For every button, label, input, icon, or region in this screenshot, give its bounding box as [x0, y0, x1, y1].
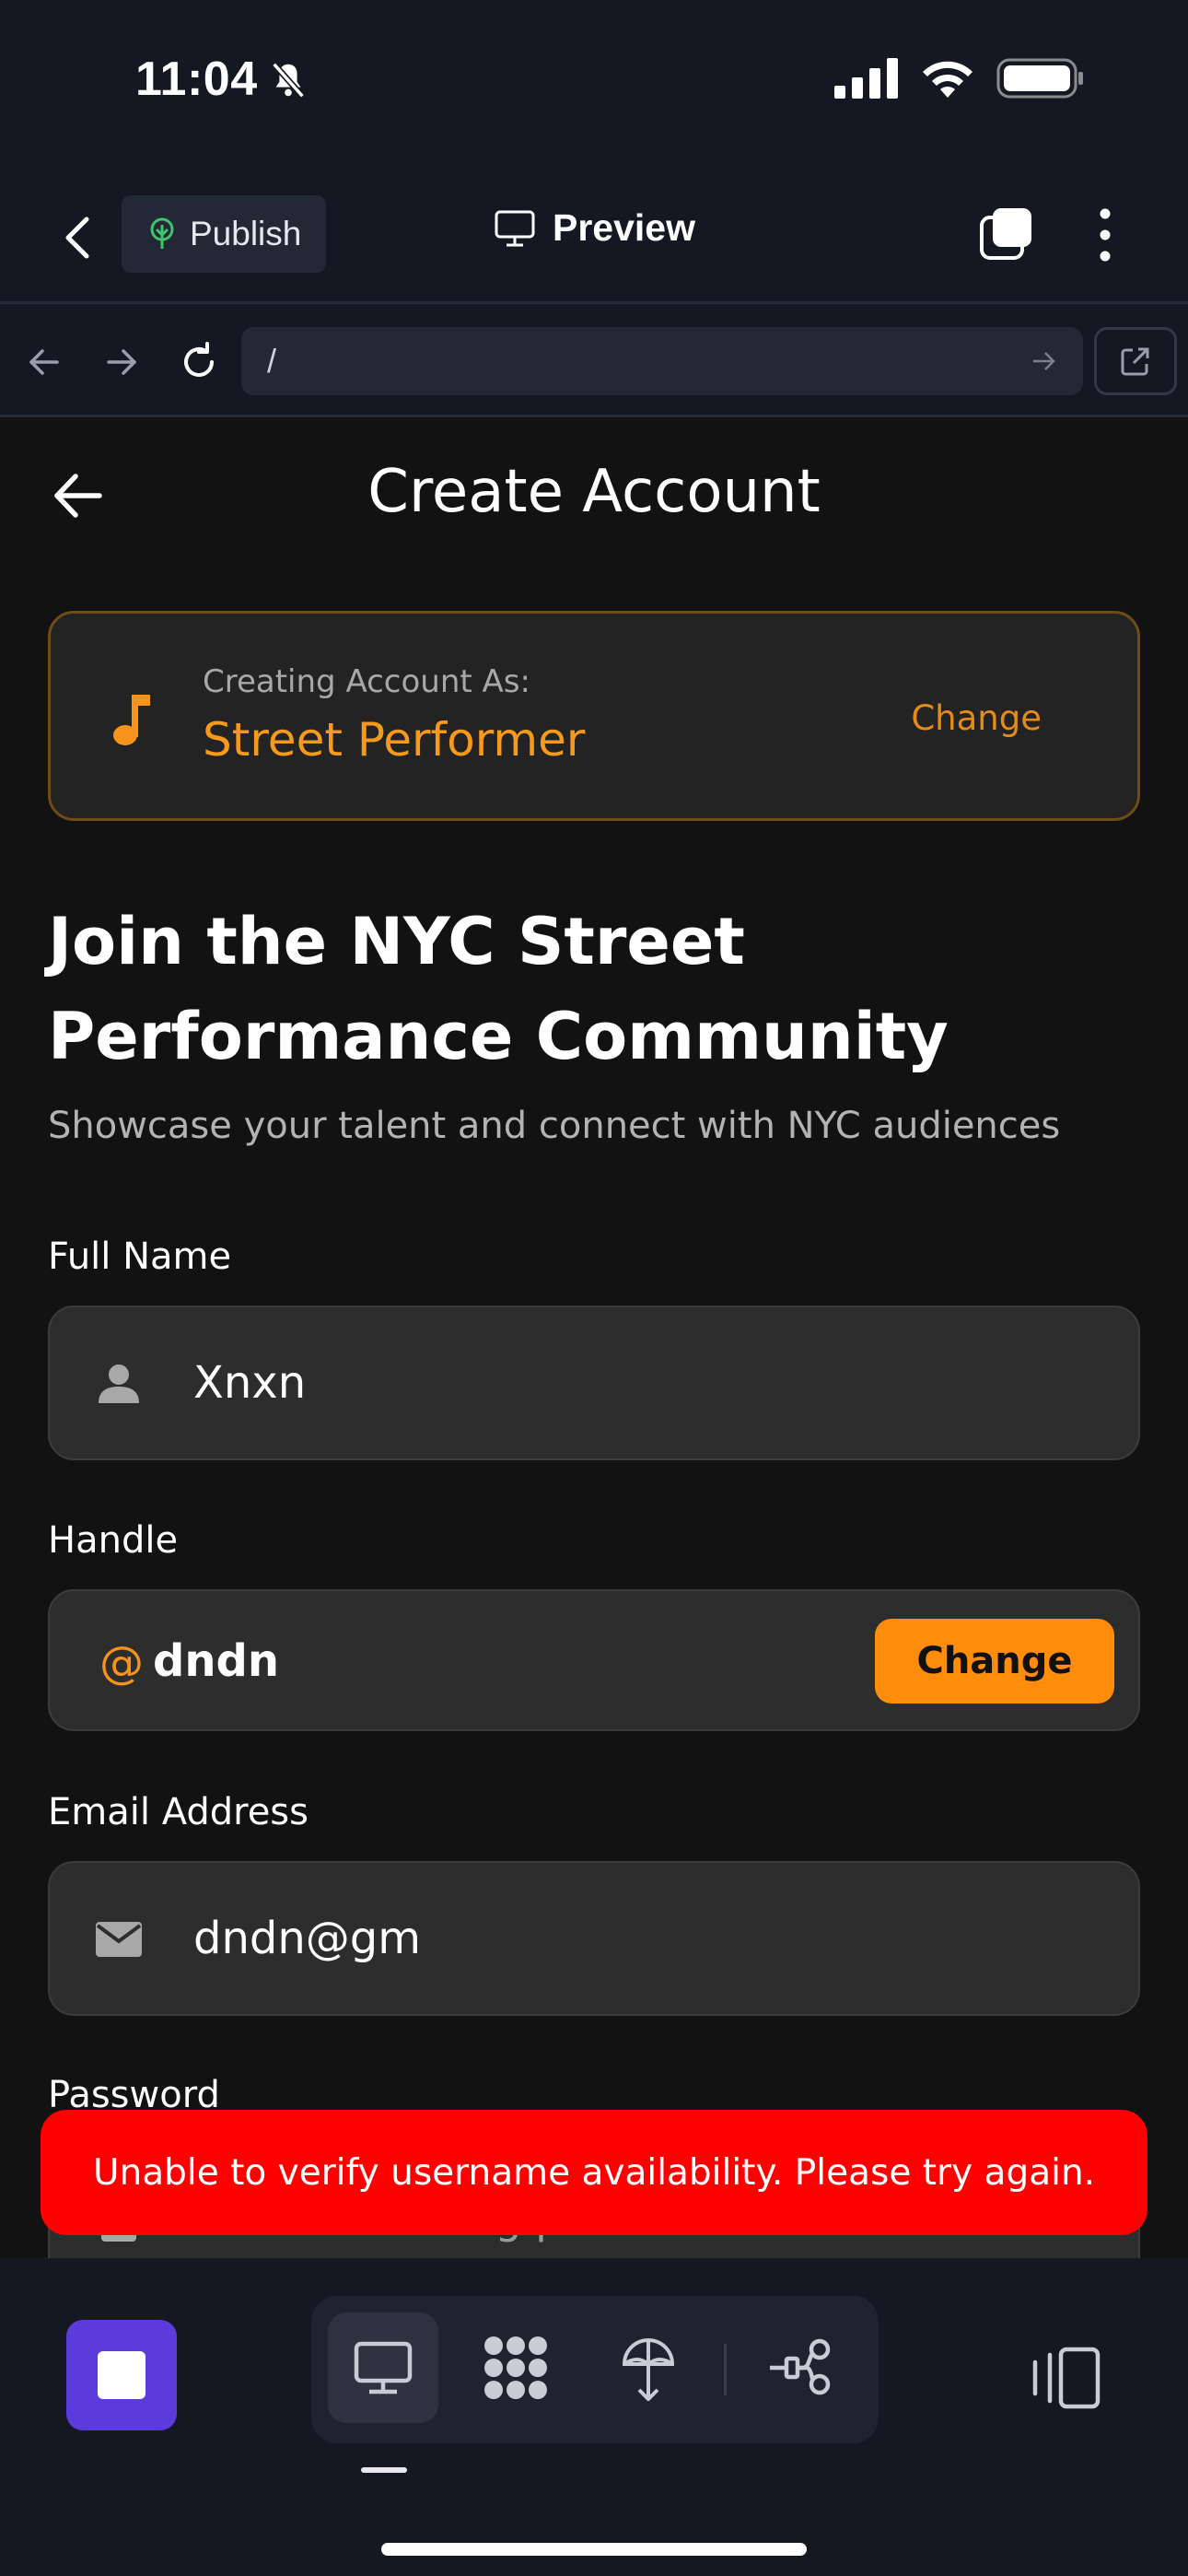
- handle-field[interactable]: @ dndn Change: [48, 1589, 1140, 1731]
- publish-label: Publish: [190, 215, 302, 252]
- url-path: /: [267, 342, 277, 380]
- flow-button[interactable]: [744, 2313, 855, 2423]
- components-button[interactable]: [460, 2313, 571, 2423]
- app-header: Create Account: [0, 417, 1188, 569]
- battery-icon: [996, 58, 1083, 99]
- external-link-icon: [1121, 347, 1149, 376]
- person-icon: [99, 1364, 139, 1403]
- deploy-icon: [622, 2338, 675, 2401]
- page-title: Create Account: [367, 458, 821, 526]
- join-subheading: Showcase your talent and connect with NY…: [48, 1105, 1061, 1147]
- change-handle-button[interactable]: Change: [875, 1619, 1114, 1704]
- preview-mode-button[interactable]: [328, 2313, 438, 2423]
- handle-value: dndn: [153, 1635, 280, 1687]
- components-icon: [484, 2336, 547, 2399]
- full-name-label: Full Name: [48, 1235, 232, 1278]
- builder-bottom-bar: [0, 2261, 1188, 2576]
- browser-nav-bar: /: [0, 307, 1188, 417]
- go-arrow-icon[interactable]: [1030, 347, 1057, 375]
- home-indicator[interactable]: [381, 2543, 807, 2556]
- status-bar: 11:04: [0, 0, 1188, 166]
- full-name-value: Xnxn: [193, 1357, 307, 1409]
- device-toggle-icon[interactable]: [1028, 2346, 1101, 2410]
- view-mode-group: [311, 2296, 879, 2443]
- monitor-icon: [354, 2341, 413, 2395]
- role-name: Street Performer: [203, 713, 586, 767]
- monitor-icon: [495, 210, 535, 246]
- full-name-field[interactable]: Xnxn: [48, 1306, 1140, 1460]
- stop-button[interactable]: [66, 2320, 177, 2430]
- arrow-right-icon[interactable]: [101, 342, 142, 382]
- refresh-icon[interactable]: [179, 342, 219, 382]
- active-tab-indicator: [361, 2467, 407, 2473]
- email-value: dndn@gm: [193, 1913, 422, 1964]
- join-heading: Join the NYC Street Performance Communit…: [48, 904, 949, 1074]
- error-toast[interactable]: Unable to verify username availability. …: [41, 2110, 1147, 2235]
- publish-button[interactable]: Publish: [122, 195, 326, 273]
- deploy-button[interactable]: [593, 2313, 704, 2423]
- status-indicators: [834, 57, 1085, 100]
- account-role-card: Creating Account As: Street Performer Ch…: [48, 611, 1140, 821]
- preview-toggle[interactable]: Preview: [494, 206, 695, 250]
- app-preview: Create Account Creating Account As: Stre…: [0, 417, 1188, 2258]
- music-note-icon: [113, 695, 150, 745]
- preview-label: Preview: [553, 206, 695, 249]
- role-prefix: Creating Account As:: [203, 663, 530, 700]
- wifi-icon: [923, 61, 973, 98]
- chevron-left-icon[interactable]: [57, 210, 98, 265]
- handle-at-symbol: @: [99, 1637, 144, 1689]
- signal-icon: [834, 58, 898, 99]
- flow-icon: [770, 2338, 831, 2395]
- open-external-button[interactable]: [1094, 327, 1177, 395]
- tree-icon: [150, 217, 174, 249]
- toolbar-separator: [724, 2344, 727, 2395]
- status-time: 11:04: [135, 53, 258, 106]
- arrow-left-icon[interactable]: [24, 342, 64, 382]
- bell-off-icon: [272, 62, 305, 99]
- stop-icon: [98, 2351, 146, 2399]
- email-field[interactable]: dndn@gm: [48, 1861, 1140, 2016]
- change-role-link[interactable]: Change: [911, 698, 1042, 738]
- email-label: Email Address: [48, 1791, 309, 1833]
- url-input[interactable]: /: [241, 327, 1083, 395]
- copy-icon[interactable]: [978, 206, 1035, 263]
- more-vertical-icon[interactable]: [1087, 206, 1124, 263]
- handle-label: Handle: [48, 1519, 179, 1562]
- mail-icon: [96, 1922, 142, 1957]
- builder-top-bar: Publish Preview: [0, 166, 1188, 304]
